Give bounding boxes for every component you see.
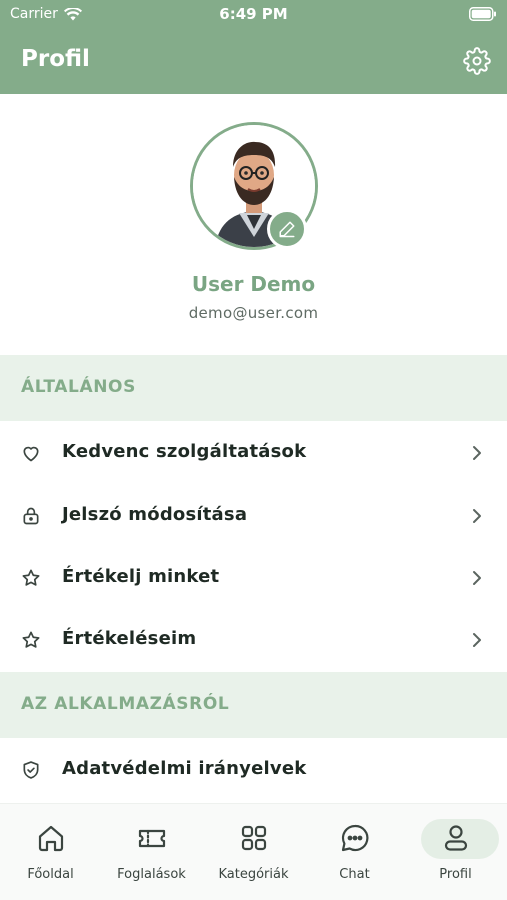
page-title: Profil [21,46,90,72]
chevron-right-icon [473,571,481,585]
clock: 6:49 PM [219,5,288,23]
tab-profile[interactable]: Profil [405,804,506,900]
battery-icon [469,7,496,21]
heart-icon [23,446,39,462]
tab-label: Chat [339,867,370,882]
menu-item-label: Kedvenc szolgáltatások [62,441,307,462]
section-header-general: ÁLTALÁNOS [0,355,507,421]
menu-item-my-reviews[interactable]: Értékeléseim [0,609,507,671]
chat-icon [341,824,368,852]
menu-item-favorites[interactable]: Kedvenc szolgáltatások [0,422,507,484]
home-icon [38,825,63,852]
section-header-about: AZ ALKALMAZÁSRÓL [0,672,507,738]
tab-label: Foglalások [117,867,186,882]
edit-avatar-button[interactable] [267,209,307,249]
menu-item-label: Értékeléseim [62,628,197,649]
menu-item-label: Értékelj minket [62,566,220,587]
tab-bar: Főoldal Foglalások Kategóriák Chat Profi… [0,803,507,900]
star-icon [22,631,40,648]
user-name: User Demo [191,272,316,296]
menu-item-label: Adatvédelmi irányelvek [62,758,307,779]
profile-card: User Demo demo@user.com [0,94,507,354]
menu-item-label: Jelszó módosítása [62,504,248,525]
star-icon [22,569,40,586]
user-icon [444,825,467,851]
section-title: ÁLTALÁNOS [21,377,136,397]
pencil-icon [279,221,295,238]
menu-item-privacy-policy[interactable]: Adatvédelmi irányelvek [0,739,507,801]
tab-label: Kategóriák [218,867,289,882]
tab-chat[interactable]: Chat [304,804,405,900]
section-title: AZ ALKALMAZÁSRÓL [21,694,230,714]
app-header: Profil [0,30,507,94]
status-bar: Carrier 6:49 PM [0,0,507,30]
grid-icon [241,825,266,851]
chevron-right-icon [473,446,481,460]
menu-item-rate-us[interactable]: Értékelj minket [0,547,507,609]
user-email: demo@user.com [188,304,319,322]
shield-icon [23,761,39,779]
tab-home[interactable]: Főoldal [0,804,101,900]
lock-icon [23,507,39,525]
tab-categories[interactable]: Kategóriák [203,804,304,900]
chevron-right-icon [473,509,481,523]
tab-label: Főoldal [27,867,74,882]
menu-item-change-password[interactable]: Jelszó módosítása [0,485,507,547]
gear-icon[interactable] [463,47,491,75]
tab-bookings[interactable]: Foglalások [101,804,202,900]
chevron-right-icon [473,633,481,647]
tab-label: Profil [439,867,472,882]
ticket-icon [138,829,165,848]
